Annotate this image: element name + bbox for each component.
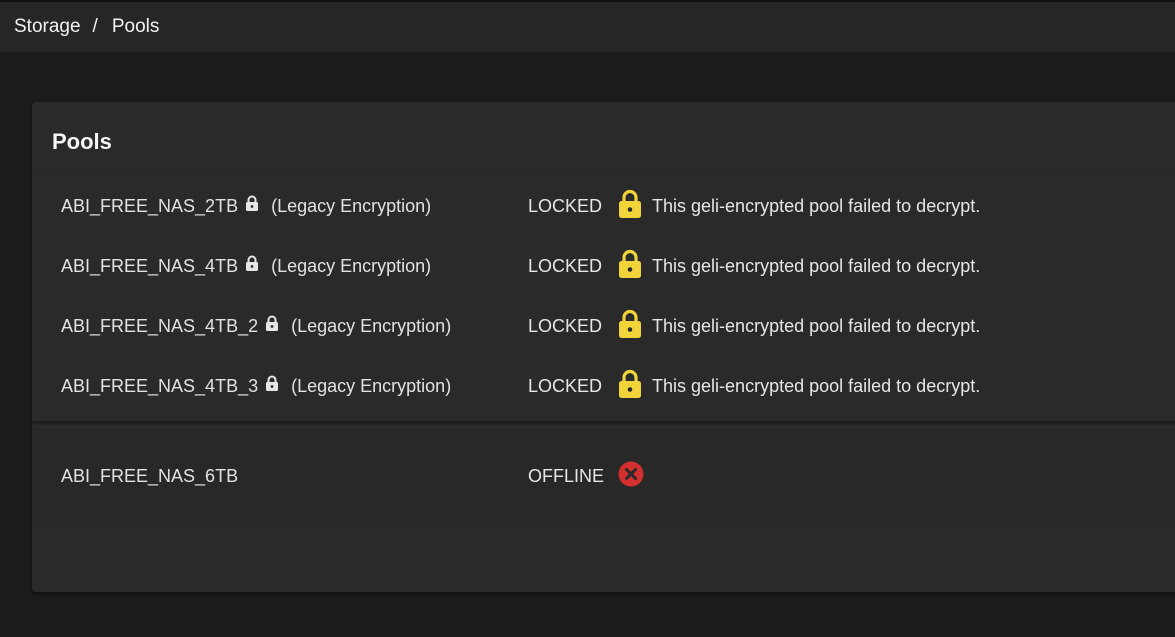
pool-status: OFFLINE xyxy=(528,461,644,492)
status-message: This geli-encrypted pool failed to decry… xyxy=(652,315,981,336)
pool-row[interactable]: ABI_FREE_NAS_6TB OFFLINE xyxy=(32,456,1175,496)
lock-icon xyxy=(245,195,259,217)
pool-status: LOCKED This geli-encrypted pool failed t… xyxy=(528,249,980,284)
pool-name-cell: ABI_FREE_NAS_2TB (Legacy Encryption) xyxy=(61,195,431,217)
lock-icon xyxy=(618,309,642,344)
error-circle-icon xyxy=(618,461,644,492)
pool-status: LOCKED This geli-encrypted pool failed t… xyxy=(528,189,980,224)
breadcrumb-separator: / xyxy=(92,16,98,37)
pool-name: ABI_FREE_NAS_4TB_2 xyxy=(61,315,259,336)
encryption-label: (Legacy Encryption) xyxy=(291,315,452,336)
pool-status: LOCKED This geli-encrypted pool failed t… xyxy=(528,369,980,404)
status-text: LOCKED xyxy=(528,315,603,336)
encryption-label: (Legacy Encryption) xyxy=(291,375,452,396)
status-text: LOCKED xyxy=(528,195,603,216)
encryption-label: (Legacy Encryption) xyxy=(271,255,432,276)
status-message: This geli-encrypted pool failed to decry… xyxy=(652,375,981,396)
offline-pools-group: ABI_FREE_NAS_6TB OFFLINE xyxy=(32,428,1175,522)
breadcrumb-item-storage[interactable]: Storage xyxy=(14,16,81,38)
lock-icon xyxy=(618,369,642,404)
page-title: Pools xyxy=(52,129,112,154)
pool-name: ABI_FREE_NAS_6TB xyxy=(61,465,239,486)
status-text: LOCKED xyxy=(528,375,603,396)
pool-name: ABI_FREE_NAS_2TB xyxy=(61,195,239,216)
lock-icon xyxy=(618,189,642,224)
pool-row[interactable]: ABI_FREE_NAS_4TB (Legacy Encryption) LOC… xyxy=(32,246,1175,286)
lock-icon xyxy=(618,249,642,284)
pool-row[interactable]: ABI_FREE_NAS_2TB (Legacy Encryption) LOC… xyxy=(32,186,1175,226)
pool-name-cell: ABI_FREE_NAS_4TB (Legacy Encryption) xyxy=(61,255,431,277)
pool-name-cell: ABI_FREE_NAS_6TB xyxy=(61,466,238,487)
pools-card: Pools ABI_FREE_NAS_2TB (Legacy Encryptio… xyxy=(32,102,1175,592)
pool-name-cell: ABI_FREE_NAS_4TB_2 (Legacy Encryption) xyxy=(61,315,451,337)
breadcrumb-item-pools: Pools xyxy=(111,16,160,37)
breadcrumb: Storage / Pools xyxy=(0,0,1175,52)
locked-pools-group: ABI_FREE_NAS_2TB (Legacy Encryption) LOC… xyxy=(32,176,1175,421)
status-text: OFFLINE xyxy=(528,465,605,486)
lock-icon xyxy=(245,255,259,277)
pool-name: ABI_FREE_NAS_4TB_3 xyxy=(61,375,259,396)
lock-icon xyxy=(265,375,279,397)
pool-row[interactable]: ABI_FREE_NAS_4TB_3 (Legacy Encryption) L… xyxy=(32,366,1175,406)
pool-name: ABI_FREE_NAS_4TB xyxy=(61,255,239,276)
status-message: This geli-encrypted pool failed to decry… xyxy=(652,195,981,216)
pool-row[interactable]: ABI_FREE_NAS_4TB_2 (Legacy Encryption) L… xyxy=(32,306,1175,346)
lock-icon xyxy=(265,315,279,337)
status-message: This geli-encrypted pool failed to decry… xyxy=(652,255,981,276)
encryption-label: (Legacy Encryption) xyxy=(271,195,432,216)
pool-status: LOCKED This geli-encrypted pool failed t… xyxy=(528,309,980,344)
status-text: LOCKED xyxy=(528,255,603,276)
pool-name-cell: ABI_FREE_NAS_4TB_3 (Legacy Encryption) xyxy=(61,375,451,397)
